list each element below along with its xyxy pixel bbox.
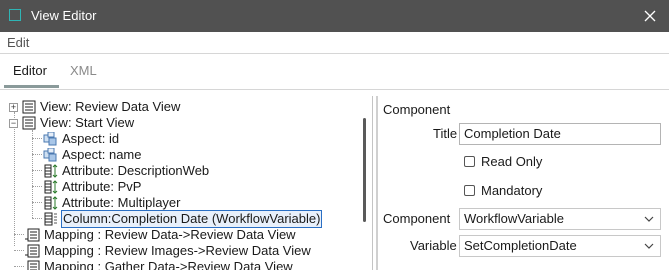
tree-item-mapping-gather-data[interactable]: Mapping : Gather Data->Review Data View <box>25 259 293 270</box>
collapse-icon[interactable]: − <box>9 118 18 128</box>
tree-item-label: Aspect: id <box>62 131 120 146</box>
active-tab-indicator <box>4 85 59 88</box>
component-label: Component <box>383 211 451 226</box>
title-label: Title <box>433 126 458 141</box>
component-properties-panel: Component Title Completion Date Read Onl… <box>379 90 669 270</box>
tree-item-column-completion-date[interactable]: Column:Completion Date (WorkflowVariable… <box>43 210 323 228</box>
mandatory-checkbox[interactable]: Mandatory <box>464 183 542 198</box>
tree-item-label: Mapping : Gather Data->Review Data View <box>44 259 293 270</box>
close-button[interactable] <box>639 5 661 27</box>
mapping-icon <box>25 244 40 258</box>
tree-item-attribute-descriptionweb[interactable]: Attribute: DescriptionWeb <box>43 163 209 179</box>
menu-bar: Edit <box>0 32 669 54</box>
tab-xml[interactable]: XML <box>70 63 97 78</box>
section-title: Component <box>383 102 451 117</box>
tree-item-label: View: Review Data View <box>40 99 181 114</box>
variable-value: SetCompletionDate <box>464 238 577 253</box>
aspect-icon <box>43 148 57 162</box>
expand-icon[interactable]: + <box>9 102 18 112</box>
tree-item-label: Aspect: name <box>62 147 142 162</box>
tree-item-aspect-id[interactable]: Aspect: id <box>43 131 119 147</box>
read-only-checkbox[interactable]: Read Only <box>464 154 542 169</box>
view-icon <box>22 100 36 114</box>
checkbox-box[interactable] <box>464 156 475 167</box>
attribute-icon <box>44 180 58 194</box>
panel-splitter[interactable] <box>376 96 378 270</box>
component-value: WorkflowVariable <box>464 211 564 226</box>
window-title: View Editor <box>31 8 97 23</box>
variable-label: Variable <box>410 238 457 253</box>
close-icon <box>644 10 656 22</box>
tree-item-label: Mapping : Review Images->Review Data Vie… <box>44 243 311 258</box>
tree-item-label: Column:Completion Date (WorkflowVariable… <box>60 210 323 228</box>
tree-item-label: View: Start View <box>40 115 135 130</box>
tree-item-label: Attribute: PvP <box>62 179 142 194</box>
tree-item-review-data-view[interactable]: + View: Review Data View <box>9 99 180 115</box>
variable-dropdown[interactable]: SetCompletionDate <box>459 235 661 257</box>
tree-item-mapping-review-images[interactable]: Mapping : Review Images->Review Data Vie… <box>25 243 311 259</box>
tree-item-label: Attribute: DescriptionWeb <box>62 163 210 178</box>
tree-item-attribute-multiplayer[interactable]: Attribute: Multiplayer <box>43 195 181 211</box>
tab-bar: Editor XML <box>0 54 669 90</box>
view-tree[interactable]: + View: Review Data View − View: Start V… <box>0 96 373 270</box>
chevron-down-icon <box>644 216 654 222</box>
view-icon <box>22 116 36 130</box>
attribute-icon <box>44 164 58 178</box>
chevron-down-icon <box>644 243 654 249</box>
mandatory-label: Mandatory <box>481 183 543 198</box>
aspect-icon <box>43 132 57 146</box>
tree-scrollbar[interactable] <box>363 118 366 222</box>
tree-item-label: Attribute: Multiplayer <box>62 195 181 210</box>
mapping-icon <box>25 228 40 242</box>
app-window-icon <box>9 9 21 21</box>
tree-item-start-view[interactable]: − View: Start View <box>9 115 134 131</box>
title-input[interactable]: Completion Date <box>459 123 661 145</box>
mapping-icon <box>27 260 40 270</box>
editor-content: + View: Review Data View − View: Start V… <box>0 90 669 270</box>
tree-item-aspect-name[interactable]: Aspect: name <box>43 147 142 163</box>
tree-item-attribute-pvp[interactable]: Attribute: PvP <box>43 179 141 195</box>
tab-editor[interactable]: Editor <box>13 63 47 78</box>
title-bar: View Editor <box>0 0 669 32</box>
column-icon <box>44 212 57 226</box>
component-dropdown[interactable]: WorkflowVariable <box>459 208 661 230</box>
tree-item-mapping-review-data[interactable]: Mapping : Review Data->Review Data View <box>25 227 296 243</box>
attribute-icon <box>44 196 58 210</box>
checkbox-box[interactable] <box>464 185 475 196</box>
read-only-label: Read Only <box>481 154 543 169</box>
tree-item-label: Mapping : Review Data->Review Data View <box>44 227 296 242</box>
menu-edit[interactable]: Edit <box>7 35 29 50</box>
